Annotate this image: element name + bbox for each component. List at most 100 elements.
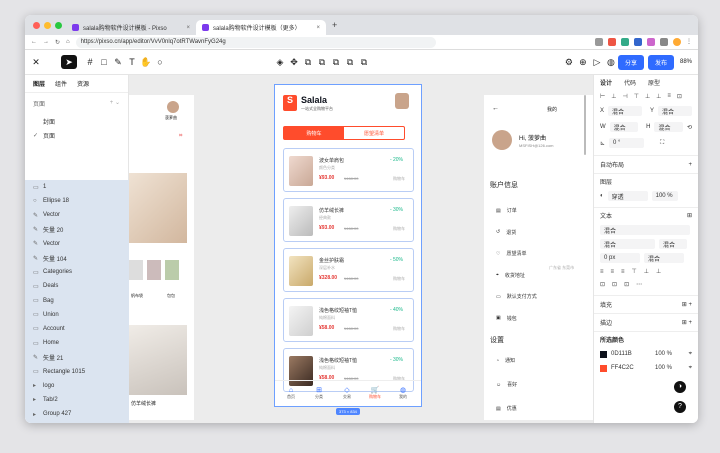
add-to-cart-button[interactable]: 购物车: [393, 326, 405, 332]
add-to-cart-button[interactable]: 购物车: [393, 176, 405, 182]
layer-item[interactable]: ○ Ellipse 18: [25, 194, 129, 208]
browser-tab[interactable]: salala购物软件设计模板 - Pixso ×: [66, 20, 196, 35]
help-icon[interactable]: ?: [674, 401, 686, 413]
mask-icon[interactable]: ⧉: [301, 55, 315, 69]
rotation-field[interactable]: 0 °: [609, 138, 645, 148]
tab-wishlist[interactable]: 愿望清单: [344, 127, 404, 139]
scrollbar[interactable]: [584, 95, 586, 155]
publish-button[interactable]: 发布: [647, 54, 674, 70]
layer-item[interactable]: ▭ Categories: [25, 265, 129, 279]
extension-icon[interactable]: [595, 38, 603, 46]
prototype-icon[interactable]: ⊕: [576, 55, 590, 69]
text-align-bottom-icon[interactable]: ⊥: [656, 268, 661, 275]
tab-prototype[interactable]: 原型: [648, 78, 660, 87]
minimize-window-button[interactable]: [44, 21, 51, 29]
back-icon[interactable]: ←: [31, 39, 37, 45]
zoom-level[interactable]: 88%: [680, 59, 692, 65]
tab-design[interactable]: 设计: [600, 78, 612, 87]
target-icon[interactable]: ⌖: [689, 351, 692, 358]
opacity-field[interactable]: 100 %: [651, 191, 678, 201]
color-row[interactable]: FF4C2C 100 % ⌖: [594, 361, 698, 375]
nav-home[interactable]: ⌂ 首页: [281, 387, 301, 400]
add-icon[interactable]: ⊞ +: [682, 301, 692, 308]
product-card[interactable]: 波女单肩包 颜色分类 ¥93.00 ¥468.00 - 20% 购物车: [283, 148, 414, 192]
layer-item[interactable]: ▭ Deals: [25, 279, 129, 293]
font-size-select[interactable]: 混合: [659, 239, 687, 249]
extension-icon[interactable]: [621, 38, 629, 46]
nav-deals[interactable]: ◇ 交易: [337, 386, 357, 400]
component-icon[interactable]: ◈: [273, 55, 287, 69]
share-button[interactable]: 分享: [617, 54, 644, 70]
close-window-button[interactable]: [33, 21, 40, 29]
profile-menu-item[interactable]: ♡ 愿望清单: [496, 250, 527, 258]
tab-cart[interactable]: 购物车: [284, 127, 344, 139]
layer-item[interactable]: ▸ logo: [25, 379, 129, 393]
line-height-field[interactable]: 混合: [644, 253, 684, 263]
extension-icon[interactable]: [634, 38, 642, 46]
extension-icon[interactable]: [660, 38, 668, 46]
user-icon[interactable]: ◍: [604, 55, 618, 69]
product-card[interactable]: 浅色格纹短袖T恤 纯棉面料 ¥58.00 ¥468.00 - 40% 购物车: [283, 298, 414, 342]
plugin-icon[interactable]: ⚙: [562, 55, 576, 69]
settings-menu-item[interactable]: ▤ 优惠: [496, 405, 517, 413]
frame-tool-icon[interactable]: #: [83, 55, 97, 69]
close-icon[interactable]: ×: [316, 25, 320, 31]
w-field[interactable]: 混合: [609, 122, 639, 132]
profile-menu-item[interactable]: ▣ 钱包: [496, 315, 517, 322]
color-row[interactable]: 0D111B 100 % ⌖: [594, 347, 698, 361]
profile-menu-item[interactable]: ⌖ 收货地址: [496, 272, 525, 279]
extension-icon[interactable]: [647, 38, 655, 46]
layer-item[interactable]: ✎ Vector: [25, 237, 129, 251]
profile-menu-item[interactable]: ↺ 退货: [496, 229, 516, 236]
url-input[interactable]: https://pixso.cn/app/editor/VvV0nlq7otRT…: [75, 36, 436, 48]
menu-icon[interactable]: ⋮: [686, 38, 692, 46]
align-middle-icon[interactable]: ⊥: [645, 93, 650, 100]
nav-category[interactable]: ⊞ 分类: [309, 386, 329, 400]
add-icon[interactable]: +: [688, 162, 692, 168]
color-swatch[interactable]: [600, 350, 607, 358]
layer-item[interactable]: ✎ 矢量 20: [25, 223, 129, 237]
layer-item[interactable]: ▭ Account: [25, 322, 129, 336]
group-icon[interactable]: ⧉: [329, 55, 343, 69]
layer-item[interactable]: ▸ Group 427: [25, 407, 129, 421]
tab-components[interactable]: 组件: [55, 79, 67, 88]
move-tool-icon[interactable]: ➤: [61, 55, 77, 69]
blend-select[interactable]: 穿透: [607, 191, 648, 201]
more-icon[interactable]: ⋯: [636, 281, 642, 288]
nav-account[interactable]: ◍ 我的: [393, 386, 413, 400]
text-align-left-icon[interactable]: ≡: [600, 269, 604, 275]
settings-menu-item[interactable]: ◔ 通知: [496, 357, 515, 365]
profile-menu-item[interactable]: ▤ 订单: [496, 207, 517, 215]
align-center-icon[interactable]: ⊥: [611, 93, 616, 100]
color-swatch[interactable]: [600, 364, 607, 372]
font-family-select[interactable]: 混合: [600, 225, 690, 235]
add-to-cart-button[interactable]: 购物车: [393, 226, 405, 232]
browser-tab-active[interactable]: salala购物软件设计模板（更多） ×: [196, 20, 326, 35]
crop-icon[interactable]: ⧉: [357, 55, 371, 69]
rectangle-tool-icon[interactable]: □: [97, 55, 111, 69]
target-icon[interactable]: ⌖: [689, 365, 692, 372]
align-left-icon[interactable]: ⊢: [600, 93, 605, 100]
back-icon[interactable]: ←: [492, 105, 499, 112]
canvas[interactable]: 菠萝曲 ⌗ 帆布袋 包包 仿羊绒长裤 S Salala 一站式全购物平台 购物车…: [129, 75, 593, 423]
extension-icon[interactable]: [608, 38, 616, 46]
align-bottom-icon[interactable]: ⊥: [656, 93, 661, 100]
layer-item[interactable]: ▭ 1: [25, 180, 129, 194]
constrain-icon[interactable]: ⟲: [687, 124, 692, 131]
layer-item[interactable]: ▭ Home: [25, 336, 129, 350]
add-icon[interactable]: ⊞ +: [682, 319, 692, 326]
settings-menu-item[interactable]: ☺ 喜好: [496, 381, 517, 389]
more-icon[interactable]: ⊡: [677, 93, 682, 100]
new-tab-icon[interactable]: +: [332, 20, 337, 30]
text-align-top-icon[interactable]: ⊤: [632, 268, 637, 275]
text-style-icon[interactable]: ⊞: [687, 212, 692, 219]
product-card[interactable]: 金丝护肤霜 深层补水 ¥328.00 ¥468.00 - 50% 购物车: [283, 248, 414, 292]
add-to-cart-button[interactable]: 购物车: [393, 276, 405, 282]
profile-menu-item[interactable]: ▭ 默认支付方式: [496, 293, 537, 301]
text-align-middle-icon[interactable]: ⊥: [644, 268, 649, 275]
text-align-right-icon[interactable]: ≡: [621, 269, 625, 275]
phone-frame[interactable]: S Salala 一站式全购物平台 购物车 愿望清单 波女单肩包 颜色分类 ¥93.…: [274, 84, 422, 407]
align-top-icon[interactable]: ⊤: [634, 93, 639, 100]
ungroup-icon[interactable]: ⧉: [343, 55, 357, 69]
reload-icon[interactable]: ↻: [55, 39, 60, 46]
